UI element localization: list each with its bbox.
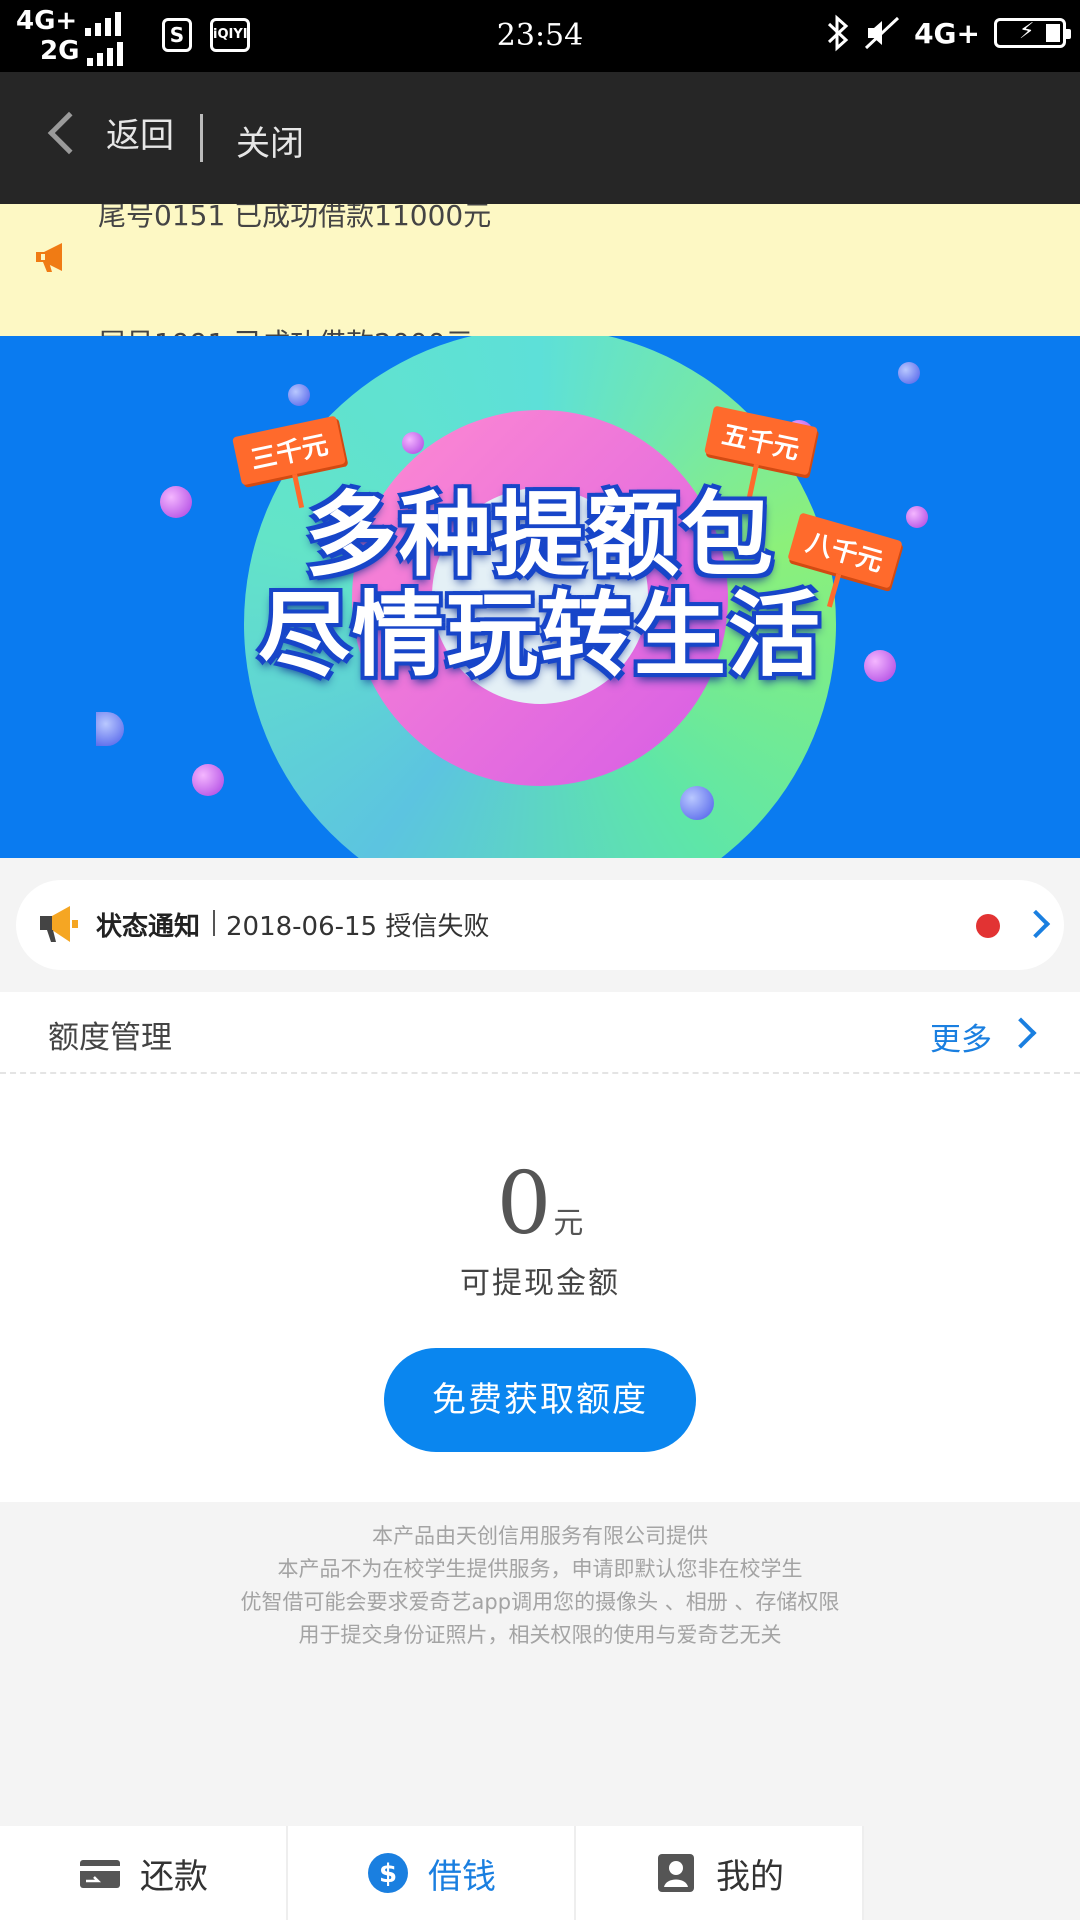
dollar-icon: $ <box>368 1853 408 1893</box>
megaphone-icon <box>40 906 78 942</box>
available-amount: 0元 <box>0 1154 1080 1254</box>
status-notice-title: 状态通知 <box>96 912 201 942</box>
nav-divider <box>200 114 203 162</box>
back-button[interactable]: 返回 <box>40 108 174 157</box>
decor-dot <box>192 764 224 796</box>
chevron-left-icon <box>47 111 91 154</box>
status-divider <box>213 910 215 936</box>
disclaimer-line: 优智借可能会要求爱奇艺app调用您的摄像头 、相册 、存储权限 <box>240 1590 840 1614</box>
network-type-right: 4G+ <box>914 16 980 50</box>
amount-unit: 元 <box>553 1206 584 1241</box>
amount-value: 0 <box>496 1154 552 1254</box>
status-notice-detail: 2018-06-15 授信失败 <box>226 906 489 943</box>
banner-title: 多种提额包 <box>304 482 775 589</box>
notice-text: 尾号0151 已成功借款11000元 <box>98 204 492 232</box>
bluetooth-icon <box>828 14 849 52</box>
decor-dot <box>680 786 714 820</box>
battery-charging-icon: ⚡ <box>994 18 1071 48</box>
bottom-tab-bar: 还款 $ 借钱 我的 <box>0 1826 864 1920</box>
disclaimer-line: 本产品由天创信用服务有限公司提供 <box>372 1524 708 1548</box>
quota-panel: 0元 可提现金额 免费获取额度 <box>0 1074 1080 1502</box>
nav-bar: 返回 关闭 <box>0 72 1080 204</box>
megaphone-icon <box>36 243 62 272</box>
quota-title: 额度管理 <box>48 1020 172 1056</box>
tab-label: 还款 <box>140 1856 208 1897</box>
profile-icon <box>658 1854 694 1892</box>
status-notice-message: 授信失败 <box>385 912 490 942</box>
svg-text:$: $ <box>379 1859 397 1889</box>
tab-label: 我的 <box>716 1856 784 1897</box>
loan-notice-marquee: 尾号0151 已成功借款11000元 尾号1991 已成功借款2000元 <box>0 204 1080 336</box>
banner-subtitle: 尽情玩转生活 <box>257 582 822 689</box>
status-bar: 4G+ 2G S iQIYI 23:54 4G+ ⚡ <box>0 0 1080 72</box>
decor-dot <box>288 384 310 406</box>
decor-dot <box>898 362 920 384</box>
tab-repay[interactable]: 还款 <box>0 1826 288 1920</box>
mute-icon <box>865 16 900 50</box>
more-link[interactable]: 更多 <box>930 1014 992 1059</box>
notice-text-next: 尾号1991 已成功借款2000元 <box>98 322 473 336</box>
amount-label: 可提现金额 <box>460 1266 620 1301</box>
quota-header: 额度管理 更多 <box>0 992 1080 1074</box>
banner-tag-label: 三千元 <box>248 430 331 476</box>
promo-banner[interactable]: 三千元 五千元 八千元 多种提额包 尽情玩转生活 <box>0 336 1080 858</box>
chevron-right-icon[interactable] <box>1005 1017 1037 1049</box>
unread-badge <box>976 914 1000 938</box>
status-icons: 4G+ ⚡ <box>826 14 1071 52</box>
close-button[interactable]: 关闭 <box>236 116 304 165</box>
tab-mine[interactable]: 我的 <box>576 1826 864 1920</box>
decor-dot <box>402 432 424 454</box>
disclaimer: 本产品由天创信用服务有限公司提供 本产品不为在校学生提供服务，申请即默认您非在校… <box>0 1520 1080 1652</box>
decor-dot <box>96 712 124 746</box>
banner-tag-label: 五千元 <box>719 420 802 466</box>
get-quota-button[interactable]: 免费获取额度 <box>384 1348 696 1452</box>
status-notice-card[interactable]: 状态通知 2018-06-15 授信失败 <box>16 880 1064 970</box>
card-icon <box>80 1860 120 1888</box>
chevron-right-icon <box>1021 909 1051 939</box>
disclaimer-line: 用于提交身份证照片，相关权限的使用与爱奇艺无关 <box>298 1623 782 1647</box>
tab-label: 借钱 <box>428 1856 496 1897</box>
back-label: 返回 <box>106 116 174 156</box>
disclaimer-line: 本产品不为在校学生提供服务，申请即默认您非在校学生 <box>277 1557 803 1581</box>
status-notice-date: 2018-06-15 <box>226 912 378 942</box>
tab-borrow[interactable]: $ 借钱 <box>288 1826 576 1920</box>
